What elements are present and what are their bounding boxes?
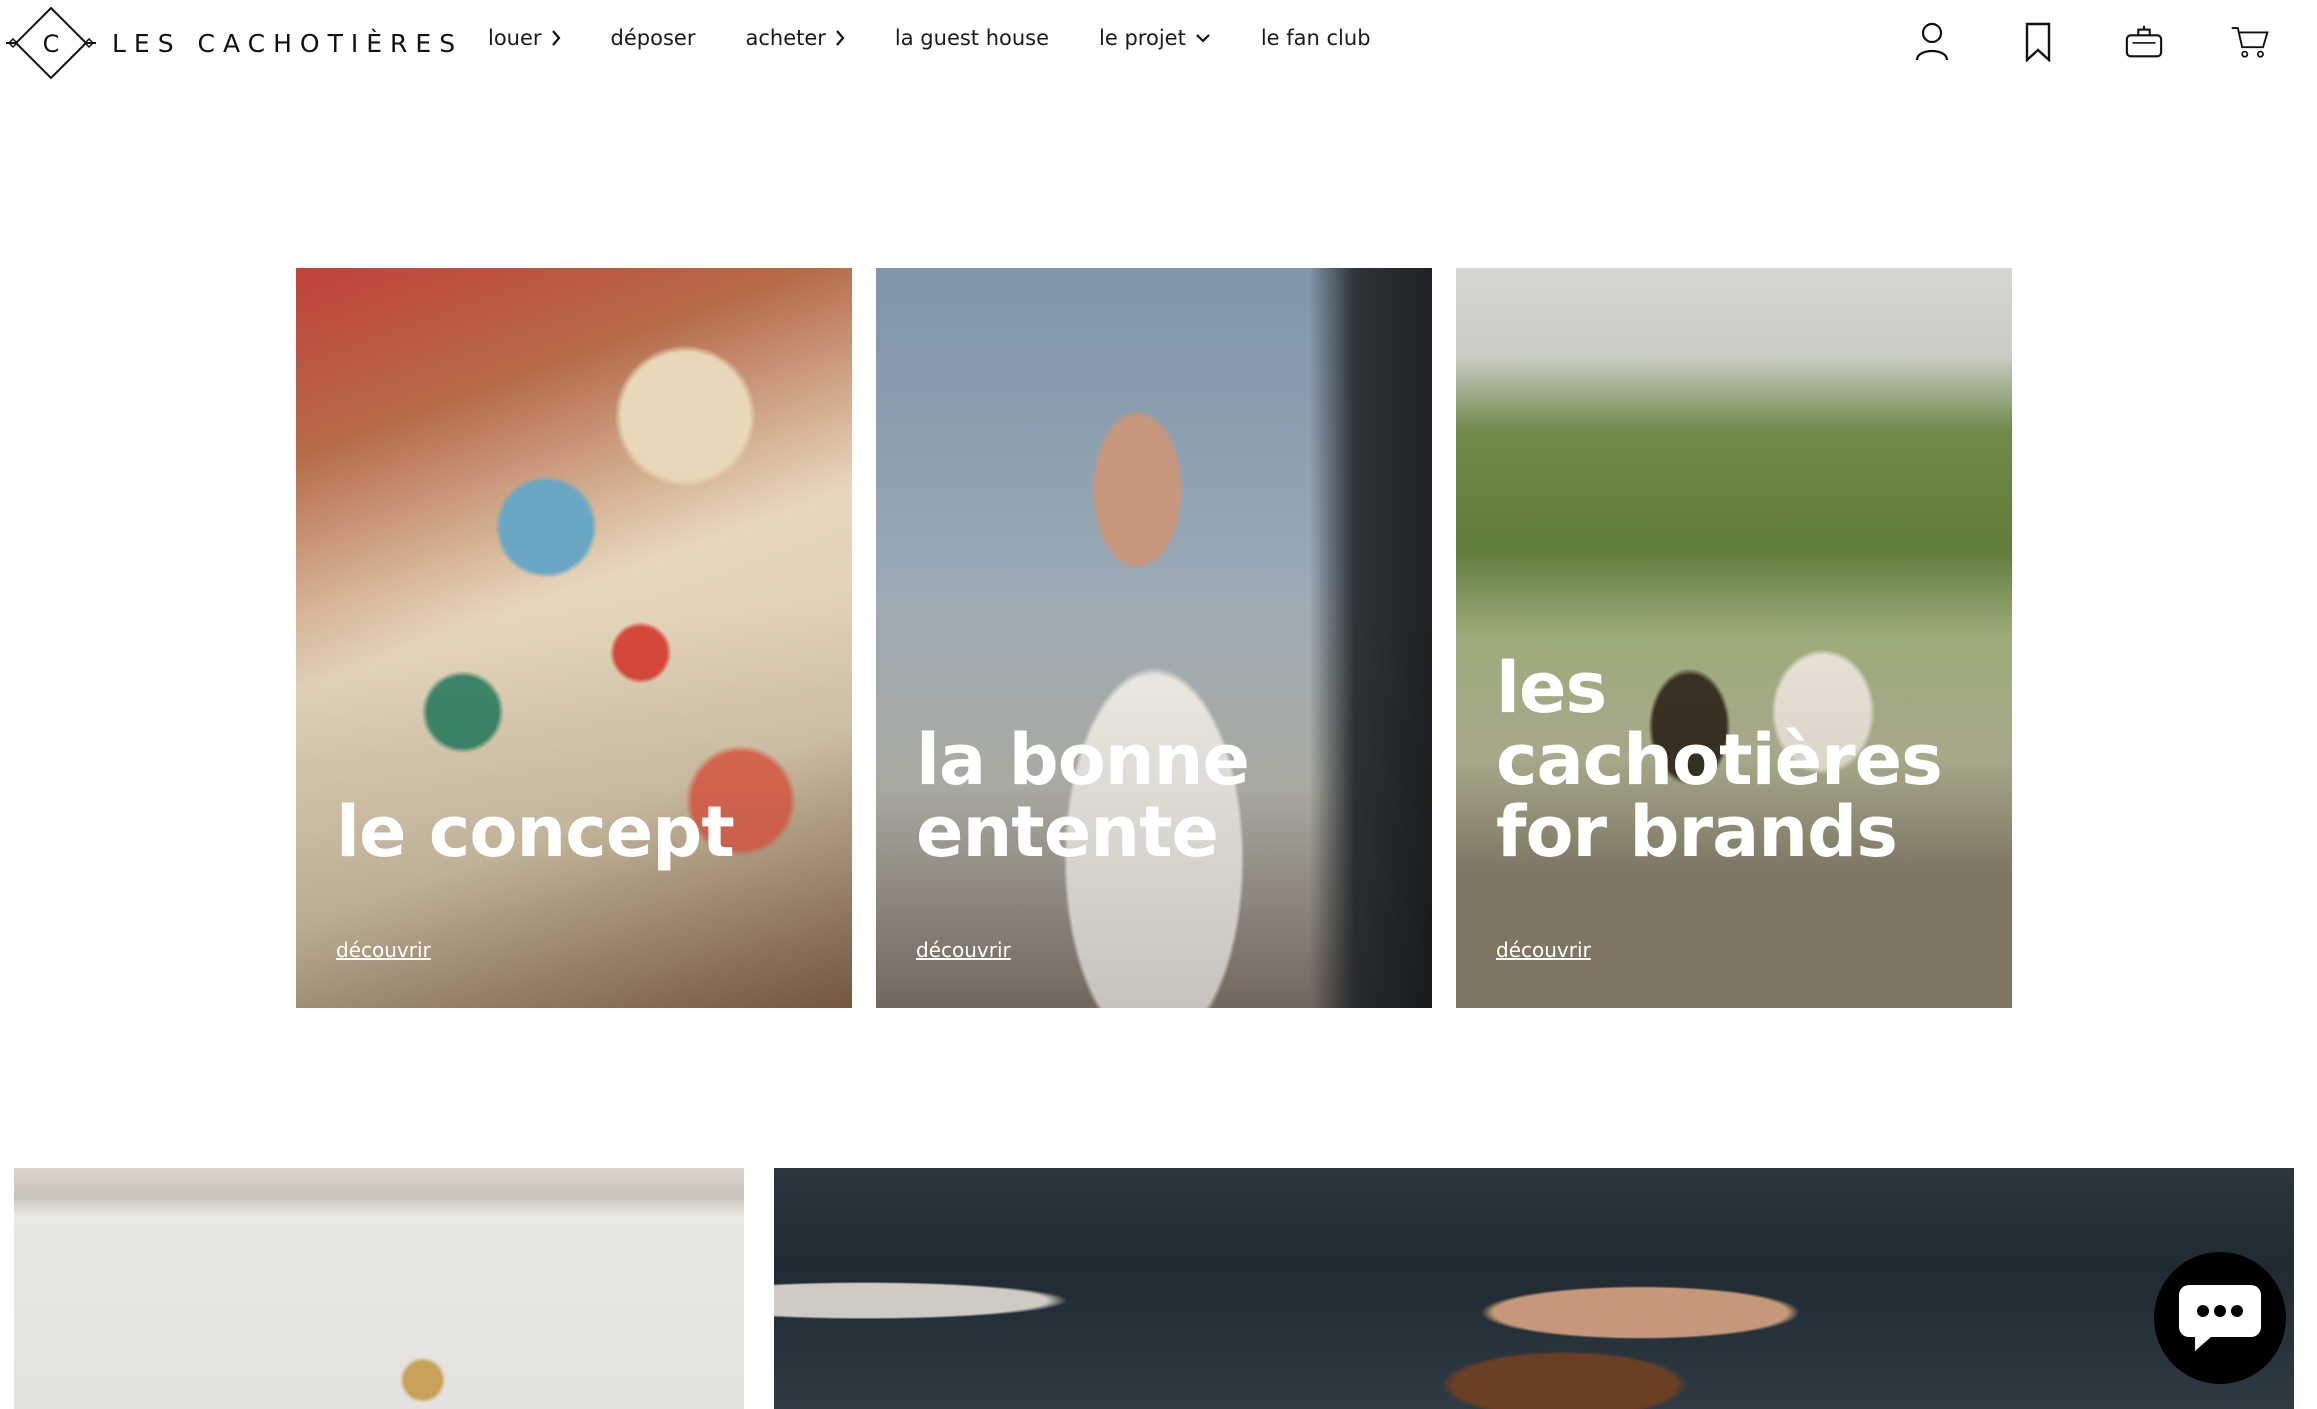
nav-guest-house[interactable]: la guest house [895, 26, 1049, 50]
tile-overlay [1456, 268, 2012, 1008]
tile-title: la bonne entente [916, 719, 1250, 873]
nav-fan-club[interactable]: le fan club [1261, 26, 1371, 50]
chat-button[interactable] [2154, 1252, 2286, 1384]
tile-discover-link[interactable]: découvrir [336, 938, 431, 962]
tile-discover-link[interactable]: découvrir [1496, 938, 1591, 962]
user-icon[interactable] [1912, 20, 1952, 64]
header-icons [1912, 20, 2270, 64]
nav-acheter[interactable]: acheter [745, 26, 845, 50]
chevron-right-icon [551, 30, 560, 46]
brand-name: LES CACHOTIÈRES [112, 28, 464, 58]
tile-for-brands[interactable]: les cachotières for brands découvrir [1456, 268, 2012, 1008]
chevron-down-icon [1196, 34, 1210, 43]
tile-le-concept[interactable]: le concept découvrir [296, 268, 852, 1008]
svg-text:C: C [43, 30, 60, 58]
logo-diamond-icon: C [6, 6, 96, 80]
logo[interactable]: C LES CACHOTIÈRES [4, 6, 463, 80]
main-nav: louer déposer acheter la guest house le … [488, 26, 1421, 50]
cart-icon[interactable] [2230, 20, 2270, 64]
chat-icon [2179, 1285, 2261, 1351]
tile-title: les cachotières for brands [1496, 647, 1943, 873]
nav-deposer[interactable]: déposer [611, 26, 696, 50]
bottom-image-jewelry[interactable] [14, 1168, 744, 1409]
tile-la-bonne-entente[interactable]: la bonne entente découvrir [876, 268, 1432, 1008]
tile-overlay [296, 268, 852, 1008]
nav-louer[interactable]: louer [488, 26, 561, 50]
tile-discover-link[interactable]: découvrir [916, 938, 1011, 962]
tile-overlay [876, 268, 1432, 1008]
tile-title: le concept [336, 791, 735, 873]
nav-le-projet[interactable]: le projet [1099, 26, 1211, 50]
bottom-image-woman-car[interactable] [774, 1168, 2294, 1409]
chevron-right-icon [836, 30, 845, 46]
site-header: C LES CACHOTIÈRES louer déposer acheter … [0, 0, 2317, 90]
bag-icon[interactable] [2124, 20, 2164, 64]
bookmark-icon[interactable] [2018, 20, 2058, 64]
